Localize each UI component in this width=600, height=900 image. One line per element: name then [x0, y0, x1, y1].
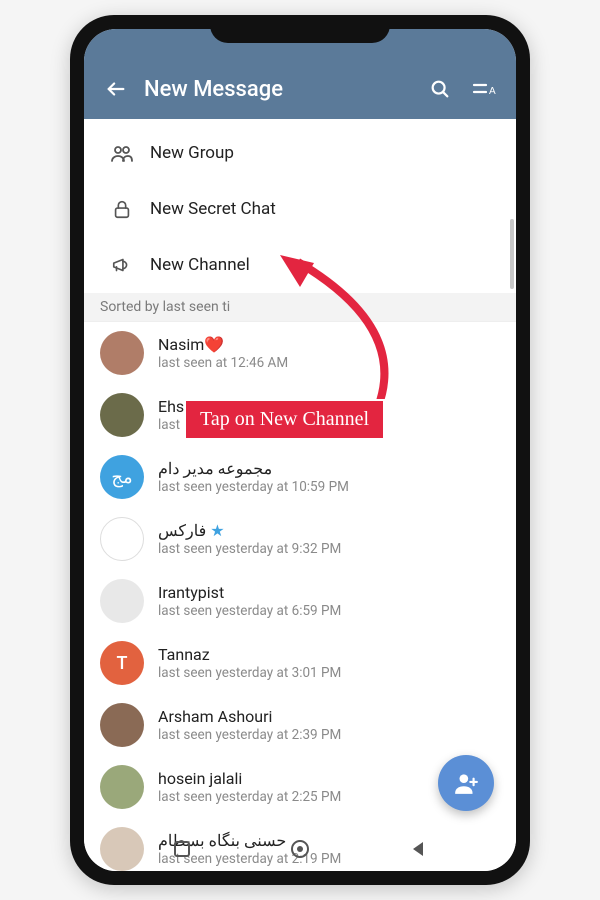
sort-button[interactable]: A [462, 67, 506, 111]
contact-row[interactable]: TTannazlast seen yesterday at 3:01 PM [84, 632, 516, 694]
contact-status: last seen yesterday at 6:59 PM [158, 603, 341, 620]
lock-icon [100, 198, 144, 220]
contact-status: last seen yesterday at 2:39 PM [158, 727, 341, 744]
option-new-channel[interactable]: New Channel [84, 237, 516, 293]
contact-status: last seen yesterday at 2:25 PM [158, 789, 341, 806]
new-contact-fab[interactable] [438, 755, 494, 811]
option-new-secret-chat[interactable]: New Secret Chat [84, 181, 516, 237]
contact-status: last seen yesterday at 9:32 PM [158, 541, 341, 558]
nav-home-icon[interactable] [289, 838, 311, 860]
contact-text: Tannazlast seen yesterday at 3:01 PM [144, 645, 341, 682]
contact-text: مجموعه مدیر دامlast seen yesterday at 10… [144, 459, 349, 496]
contact-name: hosein jalali [158, 769, 341, 789]
sort-icon: A [472, 78, 496, 100]
nav-back-icon[interactable] [409, 840, 427, 858]
contact-name: Irantypist [158, 583, 341, 603]
option-list: New Group New Secret Chat New Channel [84, 119, 516, 293]
option-new-group[interactable]: New Group [84, 125, 516, 181]
megaphone-icon [100, 254, 144, 276]
contact-name: Tannaz [158, 645, 341, 665]
avatar [100, 703, 144, 747]
avatar: مج [100, 455, 144, 499]
search-icon [429, 78, 451, 100]
contact-name: فارکس ★ [158, 521, 341, 541]
avatar [100, 765, 144, 809]
contact-row[interactable]: مجمجموعه مدیر دامlast seen yesterday at … [84, 446, 516, 508]
contact-text: Arsham Ashourilast seen yesterday at 2:3… [144, 707, 341, 744]
avatar [100, 579, 144, 623]
search-button[interactable] [418, 67, 462, 111]
section-header: Sorted by last seen ti [84, 293, 516, 322]
android-navbar [84, 827, 516, 871]
contact-row[interactable]: فارکس ★last seen yesterday at 9:32 PM [84, 508, 516, 570]
contact-status: last seen at 12:46 AM [158, 355, 288, 372]
contact-text: فارکس ★last seen yesterday at 9:32 PM [144, 521, 341, 558]
star-icon: ★ [210, 521, 224, 540]
contact-text: Nasim❤️last seen at 12:46 AM [144, 335, 288, 372]
contact-name: Arsham Ashouri [158, 707, 341, 727]
contact-status: last seen yesterday at 10:59 PM [158, 479, 349, 496]
screen: New Message A New GroupNew Secret ChatNe… [84, 29, 516, 871]
phone-frame: New Message A New GroupNew Secret ChatNe… [70, 15, 530, 885]
back-arrow-icon [105, 78, 127, 100]
contact-status: last seen yesterday at 3:01 PM [158, 665, 341, 682]
option-label: New Channel [144, 255, 250, 275]
svg-text:A: A [489, 86, 496, 97]
contact-row[interactable]: Arsham Ashourilast seen yesterday at 2:3… [84, 694, 516, 756]
avatar: T [100, 641, 144, 685]
phone-notch [210, 15, 390, 43]
scrollbar[interactable] [510, 219, 514, 289]
page-title: New Message [138, 77, 418, 102]
nav-recent-icon[interactable] [173, 840, 191, 858]
back-button[interactable] [94, 67, 138, 111]
contact-text: hosein jalalilast seen yesterday at 2:25… [144, 769, 341, 806]
people-icon [100, 141, 144, 165]
contact-row[interactable]: Nasim❤️last seen at 12:46 AM [84, 322, 516, 384]
avatar [100, 331, 144, 375]
contact-row[interactable]: Irantypistlast seen yesterday at 6:59 PM [84, 570, 516, 632]
contact-text: Irantypistlast seen yesterday at 6:59 PM [144, 583, 341, 620]
contact-name: Nasim❤️ [158, 335, 288, 355]
avatar [100, 517, 144, 561]
avatar [100, 393, 144, 437]
contact-name: مجموعه مدیر دام [158, 459, 349, 479]
option-label: New Secret Chat [144, 199, 276, 219]
option-label: New Group [144, 143, 234, 163]
annotation-callout: Tap on New Channel [184, 399, 385, 440]
add-person-icon [453, 770, 479, 796]
